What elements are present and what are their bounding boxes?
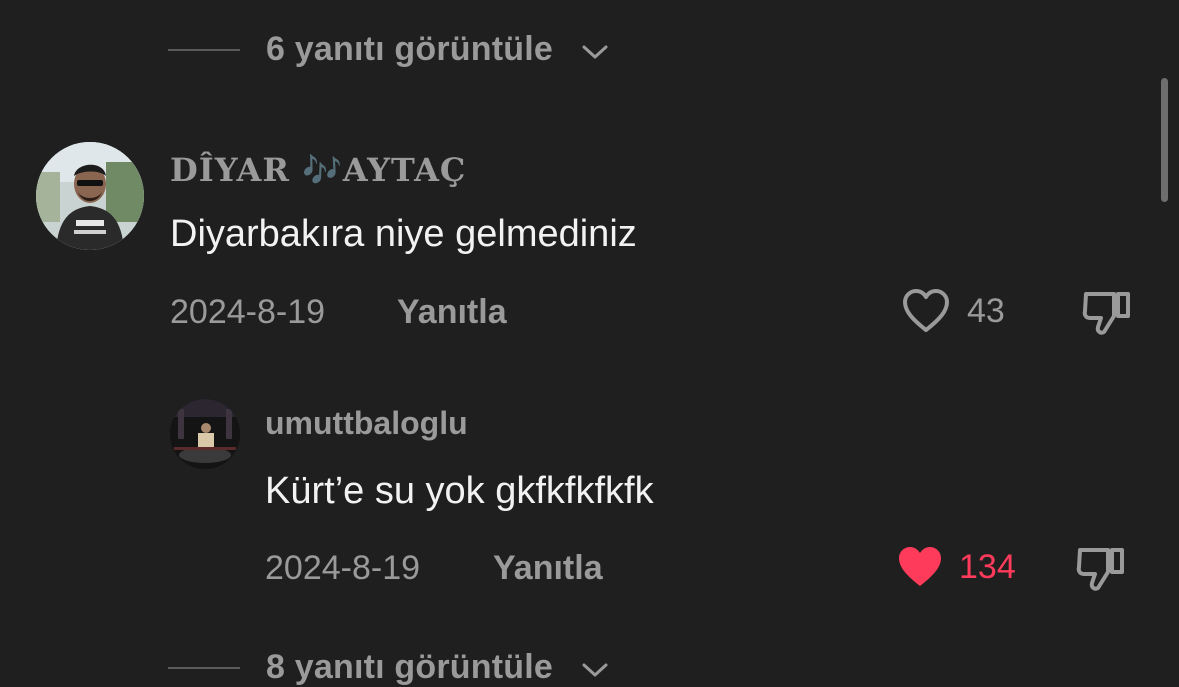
view-replies-top[interactable]: 6 yanıtı görüntüle xyxy=(168,30,609,69)
like-count: 43 xyxy=(967,291,1005,330)
divider-line xyxy=(168,48,240,51)
view-replies-label[interactable]: 8 yanıtı görüntüle xyxy=(266,648,553,687)
chevron-down-icon xyxy=(582,45,608,58)
like-button[interactable]: 43 xyxy=(901,288,1005,334)
heart-outline-icon xyxy=(903,289,949,332)
reply-avatar-image xyxy=(170,399,240,469)
reply-button[interactable]: Yanıtla xyxy=(397,293,507,332)
reply-like-button[interactable]: 134 xyxy=(895,544,1016,590)
reply-username[interactable]: umuttbaloglu xyxy=(265,405,468,442)
heart-filled-icon xyxy=(899,547,941,586)
reply-date: 2024-8-19 xyxy=(265,549,421,587)
reply-thumbs-down-icon[interactable] xyxy=(1074,544,1128,594)
avatar[interactable] xyxy=(36,142,144,250)
reply-text: Kürt’e su yok gkfkfkfkfk xyxy=(265,470,654,512)
comment-text: Diyarbakıra niye gelmediniz xyxy=(170,213,637,255)
chevron-down-icon xyxy=(582,663,608,676)
view-replies-bottom[interactable]: 8 yanıtı görüntüle xyxy=(168,648,609,687)
comment-date: 2024-8-19 xyxy=(170,293,326,331)
view-replies-label[interactable]: 6 yanıtı görüntüle xyxy=(266,30,553,69)
thumbs-down-icon[interactable] xyxy=(1080,288,1134,338)
avatar-image xyxy=(36,142,144,250)
reply-avatar[interactable] xyxy=(170,399,240,469)
divider-line xyxy=(168,666,240,669)
comment-username[interactable]: DÎYAR 🎶AYTAÇ xyxy=(170,151,466,189)
reply-reply-button[interactable]: Yanıtla xyxy=(493,549,603,588)
scrollbar[interactable] xyxy=(1161,78,1168,202)
reply-like-count: 134 xyxy=(959,547,1016,586)
